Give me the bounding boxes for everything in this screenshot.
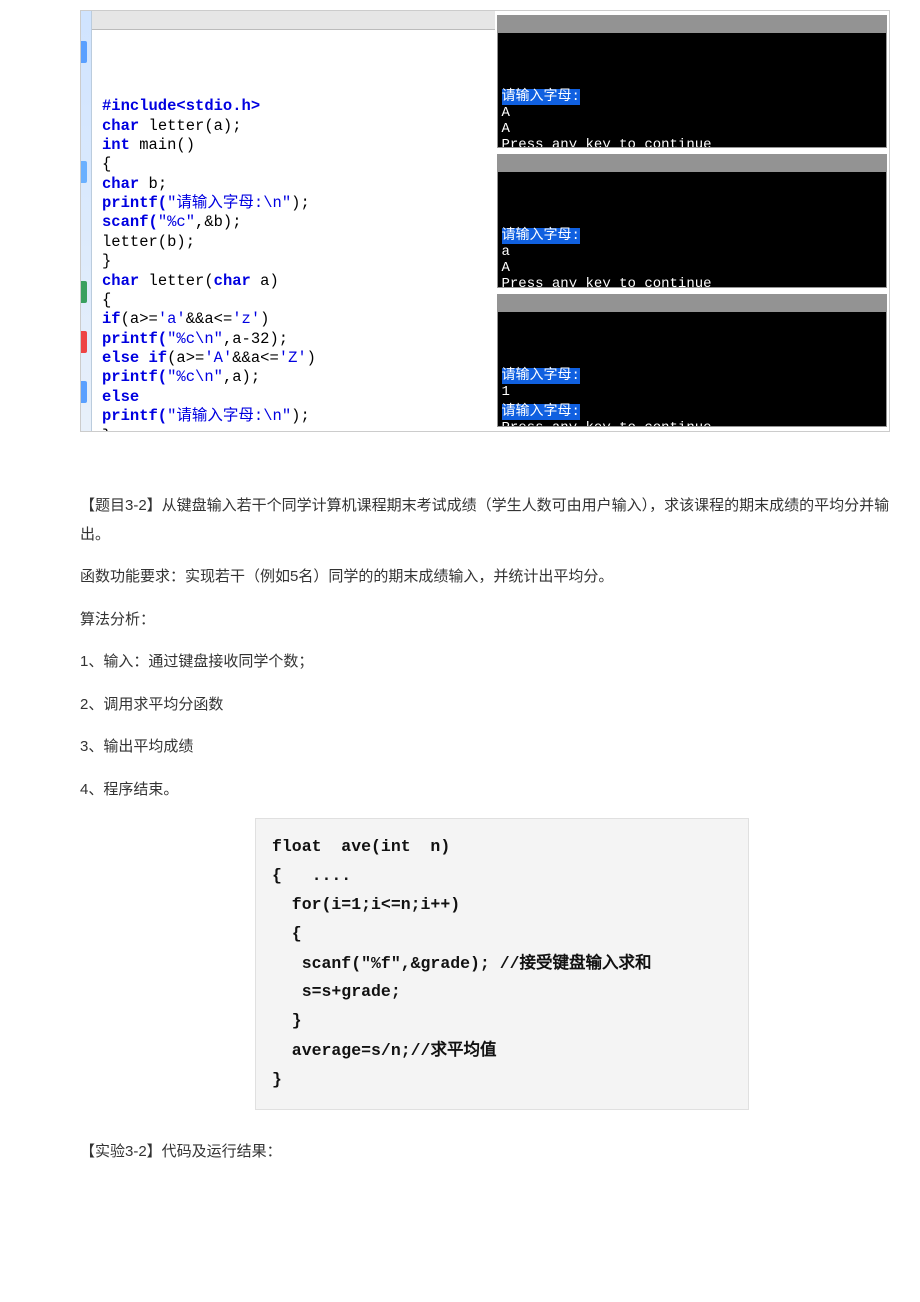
code-token: (a>=: [167, 349, 204, 367]
code-token: &&a<=: [186, 310, 233, 328]
code-token: int: [102, 136, 139, 154]
step-1: 1、输入：通过键盘接收同学个数；: [80, 648, 890, 677]
window-icon: [504, 156, 519, 170]
terminal-run-3: "C: 请输入字母: 1 请输入字母: Press any key to con…: [497, 294, 888, 427]
terminal-line: Press any key to continue: [502, 276, 712, 287]
code-token: printf(: [102, 407, 167, 425]
snippet-line: { ....: [272, 866, 351, 885]
code-token: ,a-32);: [223, 330, 288, 348]
terminal-path: "C:\: [862, 154, 882, 172]
snippet-line: s=s+grade;: [272, 982, 401, 1001]
terminal-line: A: [502, 260, 510, 276]
code-token: "%c": [158, 213, 195, 231]
snippet-line: float ave(int n): [272, 837, 450, 856]
code-token: printf(: [102, 194, 167, 212]
snippet-comment: 接受键盘输入求和: [520, 953, 652, 972]
snippet-line: for(i=1;i<=n;i++): [272, 895, 460, 914]
editor-gutter: [81, 11, 92, 431]
terminal-line: Press any key to continue: [502, 137, 712, 148]
terminal-path: "C:\c: [856, 15, 882, 33]
code-token: {: [102, 291, 111, 309]
code-token: ,a);: [223, 368, 260, 386]
code-token: );: [291, 194, 310, 212]
code-token: 'A': [204, 349, 232, 367]
step-2: 2、调用求平均分函数: [80, 691, 890, 720]
code-token: #include: [102, 97, 176, 115]
code-token: ,&b);: [195, 213, 242, 231]
code-token: }: [102, 252, 111, 270]
experiment-footer: 【实验3-2】代码及运行结果：: [80, 1140, 890, 1161]
terminal-run-2: "C:\ 请输入字母: a A Press any key to continu…: [497, 154, 888, 287]
snippet-line: average=s/n;//: [272, 1041, 430, 1060]
analysis-heading: 算法分析：: [80, 606, 890, 635]
code-token: if: [102, 310, 121, 328]
code-token: char: [102, 175, 149, 193]
code-token: printf(: [102, 368, 167, 386]
terminal-line: 1: [502, 384, 510, 400]
code-token: char: [102, 272, 149, 290]
terminal-stack: "C:\c 请输入字母: A A Press any key to contin…: [495, 11, 890, 431]
step-4: 4、程序结束。: [80, 776, 890, 805]
code-token: "%c\n": [167, 330, 223, 348]
snippet-comment: 求平均值: [430, 1040, 496, 1059]
source-editor: #include<stdio.h> char letter(a); int ma…: [92, 11, 495, 431]
code-token: );: [291, 407, 310, 425]
terminal-path: "C:: [866, 294, 882, 312]
snippet-line: {: [272, 924, 302, 943]
terminal-line: 请输入字母:: [502, 404, 580, 420]
code-token: "%c\n": [167, 368, 223, 386]
code-token: <stdio.h>: [176, 97, 260, 115]
code-token: scanf(: [102, 213, 158, 231]
code-token: &&a<=: [232, 349, 279, 367]
code-token: (a>=: [121, 310, 158, 328]
snippet-line: }: [272, 1070, 282, 1089]
code-token: a): [260, 272, 279, 290]
code-token: letter(a);: [149, 117, 242, 135]
code-token: else if: [102, 349, 167, 367]
code-token: b;: [149, 175, 168, 193]
code-token: printf(: [102, 330, 167, 348]
snippet-line: }: [272, 1011, 302, 1030]
code-token: {: [102, 155, 111, 173]
code-token: main(): [139, 136, 195, 154]
terminal-run-1: "C:\c 请输入字母: A A Press any key to contin…: [497, 15, 888, 148]
requirement: 函数功能要求：实现若干（例如5名）同学的的期末成绩输入，并统计出平均分。: [80, 563, 890, 592]
code-token: "请输入字母:\n": [167, 407, 291, 425]
code-token: char: [214, 272, 261, 290]
window-icon: [504, 296, 519, 310]
code-token: ): [260, 310, 269, 328]
code-screenshot: #include<stdio.h> char letter(a); int ma…: [80, 10, 890, 432]
step-3: 3、输出平均成绩: [80, 733, 890, 762]
code-token: letter(: [149, 272, 214, 290]
code-token: 'a': [158, 310, 186, 328]
code-token: 'Z': [279, 349, 307, 367]
code-token: letter(b);: [102, 233, 195, 251]
terminal-line: Press any key to continue_: [502, 420, 720, 427]
terminal-line: 请输入字母:: [502, 368, 580, 384]
terminal-line: a: [502, 244, 510, 260]
code-token: "请输入字母:\n": [167, 194, 291, 212]
code-token: 'z': [232, 310, 260, 328]
window-icon: [504, 17, 519, 31]
code-token: char: [102, 117, 149, 135]
code-token: ): [307, 349, 316, 367]
terminal-line: 请输入字母:: [502, 228, 580, 244]
document-body: 【题目3-2】从键盘输入若干个同学计算机课程期末考试成绩（学生人数可由用户输入）…: [80, 492, 890, 804]
problem-title: 【题目3-2】从键盘输入若干个同学计算机课程期末考试成绩（学生人数可由用户输入）…: [80, 492, 890, 549]
code-token: }: [102, 427, 111, 432]
code-token: else: [102, 388, 139, 406]
pseudo-code-snippet: float ave(int n) { .... for(i=1;i<=n;i++…: [255, 818, 749, 1110]
terminal-line: 请输入字母:: [502, 89, 580, 105]
snippet-line: scanf("%f",&grade); //: [272, 954, 520, 973]
terminal-line: A: [502, 105, 510, 121]
terminal-line: A: [502, 121, 510, 137]
